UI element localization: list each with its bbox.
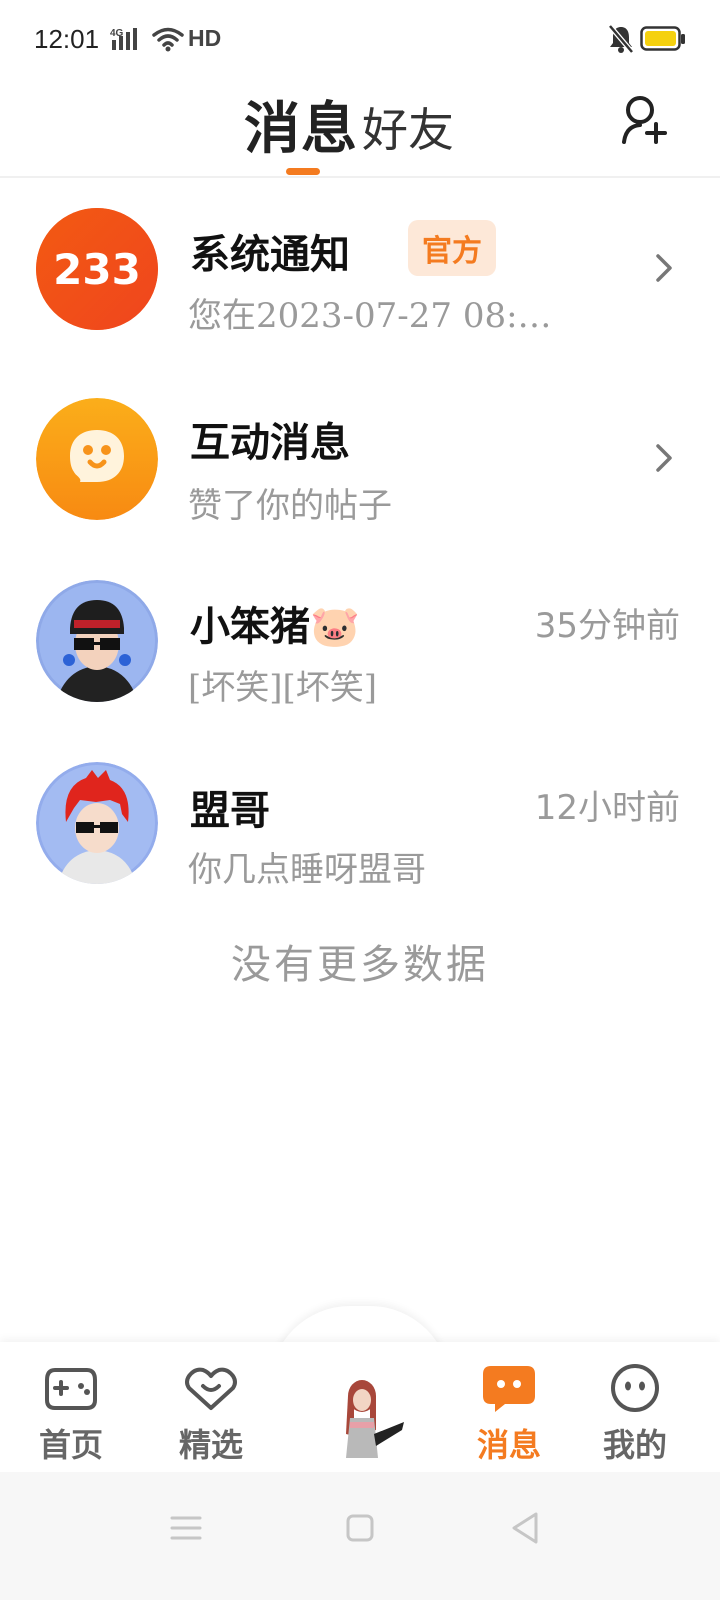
list-item-system-notification[interactable]: 233 系统通知 官方 您在2023-07-27 08:… <box>0 194 720 344</box>
user-avatar <box>36 762 158 884</box>
list-item-chat[interactable]: 小笨猪🐷 35分钟前 [坏笑][坏笑] <box>0 576 720 726</box>
nav-item-featured[interactable]: 精选 <box>156 1342 266 1472</box>
signal-icon: 4G <box>110 28 137 50</box>
chat-bubble-smile-icon <box>36 398 158 520</box>
message-preview: 赞了你的帖子 <box>188 486 392 526</box>
logo-233-icon: 233 <box>36 208 158 330</box>
message-preview: [坏笑][坏笑] <box>188 668 378 708</box>
nav-label-messages: 消息 <box>476 1426 541 1464</box>
gamepad-icon <box>45 1368 97 1410</box>
back-icon[interactable] <box>506 1508 546 1548</box>
bell-muted-icon <box>608 24 634 54</box>
nav-label-featured: 精选 <box>178 1426 243 1464</box>
character-icon[interactable] <box>330 1374 410 1464</box>
message-bubble-icon <box>483 1366 535 1412</box>
message-preview: 你几点睡呀盟哥 <box>188 850 426 890</box>
wifi-icon <box>152 27 184 52</box>
nav-item-messages[interactable]: 消息 <box>454 1342 564 1472</box>
message-preview: 您在2023-07-27 08:… <box>188 296 552 336</box>
nav-label-home: 首页 <box>38 1426 103 1464</box>
system-nav-bar <box>0 1472 720 1600</box>
message-time: 12小时前 <box>534 788 680 828</box>
avatar-233-text: 233 <box>53 245 141 294</box>
status-bar: 12:01 4G HD <box>0 0 720 80</box>
interaction-avatar <box>36 398 158 520</box>
character-avatar-icon <box>36 580 158 702</box>
message-title: 小笨猪🐷 <box>190 603 360 650</box>
face-icon <box>611 1364 659 1412</box>
nav-label-me: 我的 <box>602 1426 667 1464</box>
message-title: 盟哥 <box>190 787 270 834</box>
tab-friends[interactable]: 好友 <box>362 94 454 160</box>
user-avatar <box>36 580 158 702</box>
hd-label: HD <box>188 25 222 51</box>
active-tab-indicator <box>286 168 320 175</box>
header-divider <box>0 176 720 178</box>
message-title: 系统通知 <box>190 231 350 278</box>
nav-item-me[interactable]: 我的 <box>580 1342 690 1472</box>
home-icon[interactable] <box>340 1508 380 1548</box>
chevron-right-icon <box>656 444 672 472</box>
add-person-icon[interactable] <box>620 94 670 146</box>
message-title: 互动消息 <box>190 419 350 466</box>
official-badge: 官方 <box>408 220 496 276</box>
header: 消息 好友 <box>0 80 720 176</box>
status-time: 12:01 <box>34 24 100 54</box>
system-avatar: 233 <box>36 208 158 330</box>
character-avatar-icon <box>36 762 158 884</box>
list-end-label: 没有更多数据 <box>231 942 489 988</box>
heart-chat-icon <box>185 1367 237 1410</box>
menu-icon[interactable] <box>166 1508 206 1548</box>
battery-icon <box>640 26 685 51</box>
list-item-interaction-messages[interactable]: 互动消息 赞了你的帖子 <box>0 384 720 534</box>
chevron-right-icon <box>656 254 672 282</box>
tab-messages[interactable]: 消息 <box>244 84 358 165</box>
screen: 12:01 4G HD 消息 好友 233 系统通知 官方 您在2023-07-… <box>0 0 720 1600</box>
nav-item-home[interactable]: 首页 <box>16 1342 126 1472</box>
list-item-chat[interactable]: 盟哥 12小时前 你几点睡呀盟哥 <box>0 760 720 910</box>
message-time: 35分钟前 <box>534 606 680 646</box>
